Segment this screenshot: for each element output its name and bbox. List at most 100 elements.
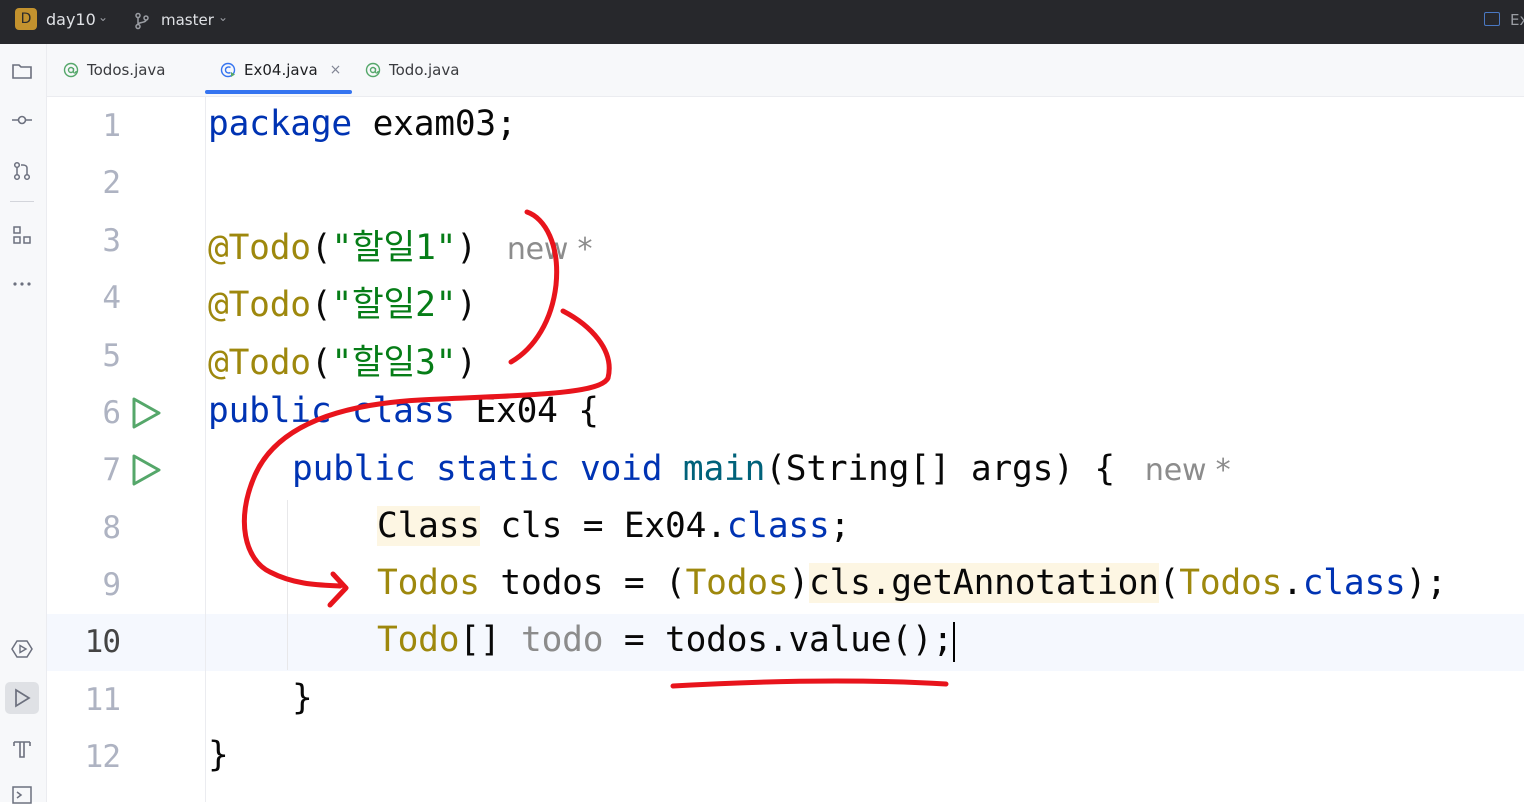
run-main-icon[interactable]	[129, 453, 163, 487]
method-name: main	[682, 449, 766, 489]
usage-hint[interactable]: new *	[1145, 453, 1231, 488]
run-config-icon[interactable]	[1484, 12, 1500, 26]
keyword: class	[1302, 563, 1406, 603]
code-text: (	[310, 285, 332, 325]
keyword: class	[352, 391, 455, 431]
line-number[interactable]: 2	[50, 165, 121, 201]
code-text: []	[459, 620, 522, 660]
pen-underline	[670, 678, 949, 689]
close-icon[interactable]: ×	[330, 62, 342, 78]
project-folder-icon[interactable]	[9, 58, 35, 84]
chevron-down-icon[interactable]: ⌄	[218, 10, 228, 24]
code-text: todos = (	[479, 563, 686, 603]
pen-arrow-head	[327, 571, 349, 608]
title-bar: D day10 ⌄ master ⌄ Ex	[0, 0, 1524, 44]
keyword: public	[208, 391, 332, 431]
active-tab-indicator	[205, 90, 352, 94]
code-line-7[interactable]: public static void main(String[] args) {…	[292, 449, 1231, 489]
pull-requests-icon[interactable]	[9, 158, 35, 184]
code-line-5[interactable]: @Todo("할일3")	[208, 334, 477, 384]
code-line-4[interactable]: @Todo("할일2")	[208, 276, 477, 326]
tab-ex04-java[interactable]: Ex04.java ×	[220, 44, 341, 96]
type-name: Class	[377, 506, 480, 546]
tab-label: Todos.java	[87, 61, 166, 79]
annotation-icon	[63, 62, 79, 78]
type-name: Todos	[377, 563, 480, 603]
services-icon[interactable]	[9, 636, 35, 662]
line-number[interactable]: 3	[50, 223, 121, 259]
code-text: exam03;	[352, 104, 517, 144]
annotation-icon	[365, 62, 381, 78]
tab-label: Todo.java	[389, 61, 460, 79]
keyword: static	[436, 449, 560, 489]
annotation: @Todo	[208, 228, 311, 268]
code-line-8[interactable]: Class cls = Ex04.class;	[377, 506, 850, 546]
code-text: }	[292, 678, 313, 718]
line-number[interactable]: 8	[50, 510, 121, 546]
branch-name[interactable]: master	[161, 11, 214, 29]
annotation: @Todo	[208, 285, 311, 325]
gutter-separator	[205, 96, 206, 802]
text-caret	[953, 621, 956, 662]
divider	[10, 201, 34, 202]
code-line-3[interactable]: @Todo("할일1") new *	[208, 219, 593, 269]
type-name: Todo	[377, 620, 460, 660]
code-line-12[interactable]: }	[208, 735, 229, 775]
run-class-icon[interactable]	[129, 396, 163, 430]
project-name[interactable]: day10	[46, 10, 96, 29]
code-text: (	[310, 343, 332, 383]
code-text: cls = Ex04.	[479, 506, 727, 546]
code-text: = todos.value();	[603, 620, 954, 660]
line-number[interactable]: 6	[50, 395, 121, 431]
code-text: .	[1282, 563, 1303, 603]
string-literal: "할일1"	[331, 228, 457, 268]
keyword: class	[726, 506, 830, 546]
code-line-11[interactable]: }	[292, 678, 313, 718]
line-number[interactable]: 7	[50, 452, 121, 488]
run-tool-icon[interactable]	[5, 682, 39, 714]
type-name: Todos	[1179, 563, 1283, 603]
chevron-down-icon[interactable]: ⌄	[98, 10, 108, 24]
run-config-label[interactable]: Ex	[1510, 11, 1524, 29]
tab-label: Ex04.java	[244, 61, 318, 79]
line-number[interactable]: 11	[50, 682, 121, 718]
code-text: )	[788, 563, 810, 603]
line-number[interactable]: 1	[50, 108, 121, 144]
annotation: @Todo	[208, 343, 311, 383]
code-text: )	[456, 228, 477, 268]
keyword: void	[580, 449, 663, 489]
tab-todo-java[interactable]: Todo.java	[365, 44, 459, 96]
code-text: }	[208, 735, 229, 775]
left-tool-strip	[0, 44, 47, 804]
string-literal: "할일2"	[331, 285, 457, 325]
code-line-9[interactable]: Todos todos = (Todos)cls.getAnnotation(T…	[377, 563, 1447, 603]
line-number[interactable]: 9	[50, 567, 121, 603]
code-text: ;	[829, 506, 851, 546]
code-line-6[interactable]: public class Ex04 {	[208, 391, 599, 431]
code-line-1[interactable]: package exam03;	[208, 104, 517, 144]
more-icon[interactable]	[9, 271, 35, 297]
commit-icon[interactable]	[9, 107, 35, 133]
keyword: package	[208, 104, 352, 144]
structure-icon[interactable]	[9, 222, 35, 248]
keyword: public	[292, 449, 416, 489]
line-number-current[interactable]: 10	[50, 624, 121, 660]
code-text: )	[456, 285, 477, 325]
line-number[interactable]: 4	[50, 280, 121, 316]
project-badge[interactable]: D	[15, 8, 37, 30]
code-text: );	[1405, 563, 1447, 603]
unused-variable: todo	[521, 620, 604, 660]
class-run-icon	[220, 62, 236, 78]
usage-hint[interactable]: new *	[507, 232, 593, 267]
method-call: cls.getAnnotation	[809, 563, 1159, 603]
code-line-10[interactable]: Todo[] todo = todos.value();	[377, 620, 956, 662]
terminal-icon[interactable]	[9, 782, 35, 808]
build-hammer-icon[interactable]	[9, 736, 35, 762]
tab-todos-java[interactable]: Todos.java	[63, 44, 166, 96]
code-text: )	[456, 343, 477, 383]
git-branch-icon	[135, 12, 149, 30]
code-text: (String[] args) {	[765, 449, 1115, 489]
line-number[interactable]: 5	[50, 338, 121, 374]
code-text: (	[310, 228, 332, 268]
line-number[interactable]: 12	[50, 739, 121, 775]
